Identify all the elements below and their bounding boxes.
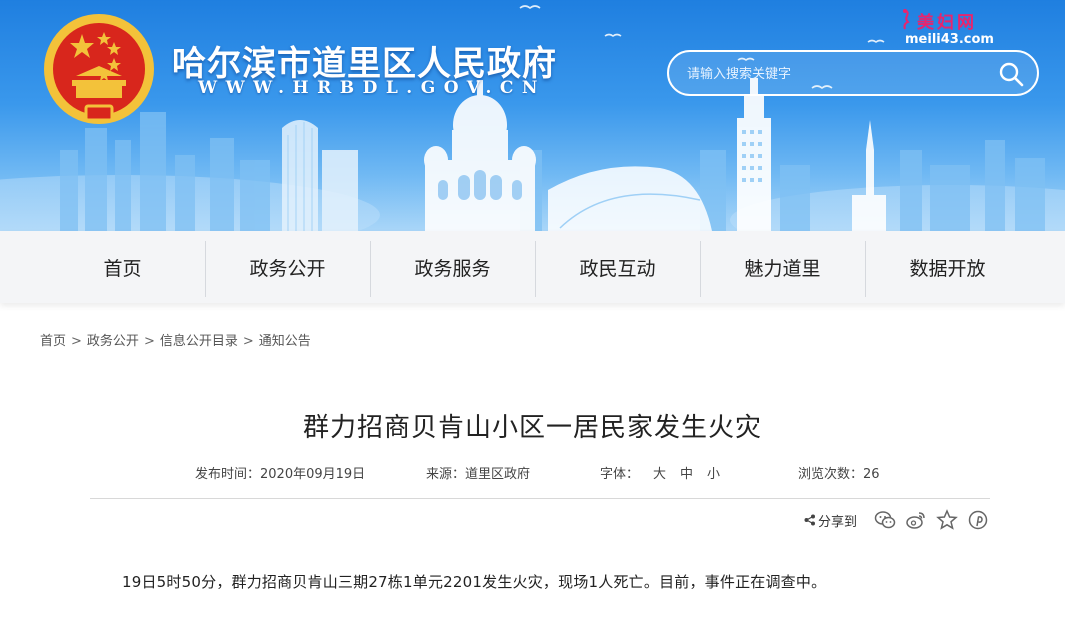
site-url: WWW.HRBDL.GOV.CN [198, 78, 546, 98]
view-count: 浏览次数：26 [798, 463, 880, 482]
breadcrumb: 首页 > 政务公开 > 信息公开目录 > 通知公告 [40, 330, 311, 349]
article-body: 19日5时50分，群力招商贝肯山三期27栋1单元2201发生火灾，现场1人死亡。… [122, 573, 827, 591]
publish-date-label: 发布时间： [195, 467, 261, 482]
main-nav: 首页 政务公开 政务服务 政民互动 魅力道里 数据开放 [0, 231, 1065, 303]
watermark-url: meili43.com [905, 32, 994, 47]
share-label-group: 分享到 [804, 511, 857, 530]
weibo-icon[interactable] [905, 509, 927, 531]
article-source: 来源：道里区政府 [426, 463, 530, 482]
view-count-value: 26 [863, 467, 880, 482]
star-icon[interactable] [936, 509, 958, 531]
view-count-label: 浏览次数： [798, 467, 864, 482]
site-header-banner: 哈尔滨市道里区人民政府 WWW.HRBDL.GOV.CN 美妇网 meili43… [0, 0, 1065, 231]
font-size-large[interactable]: 大 [653, 467, 666, 482]
breadcrumb-notices[interactable]: 通知公告 [259, 334, 311, 349]
search-icon[interactable] [997, 60, 1025, 88]
font-size-small[interactable]: 小 [707, 467, 720, 482]
publish-date: 发布时间：2020年09月19日 [195, 463, 365, 482]
breadcrumb-home[interactable]: 首页 [40, 334, 66, 349]
article-title: 群力招商贝肯山小区一居民家发生火灾 [302, 413, 762, 443]
watermark: 美妇网 meili43.com [895, 6, 1045, 52]
pinterest-icon[interactable] [967, 509, 989, 531]
nav-item-charm-daoli[interactable]: 魅力道里 [700, 241, 865, 297]
font-size-label: 字体： [600, 467, 640, 482]
search-box [667, 50, 1039, 96]
nav-item-open-data[interactable]: 数据开放 [865, 241, 1030, 297]
watermark-figure-icon [903, 9, 910, 30]
wechat-icon[interactable] [874, 509, 896, 531]
share-label: 分享到 [818, 514, 858, 530]
share-icon [804, 514, 815, 526]
breadcrumb-info-catalog[interactable]: 信息公开目录 [160, 334, 238, 349]
watermark-title: 美妇网 [917, 13, 977, 33]
nav-item-home[interactable]: 首页 [40, 241, 205, 297]
search-input[interactable] [687, 62, 987, 86]
national-emblem-icon [44, 14, 154, 124]
nav-item-government-services[interactable]: 政务服务 [370, 241, 535, 297]
breadcrumb-separator: > [242, 334, 254, 349]
publish-date-value: 2020年09月19日 [260, 467, 366, 482]
breadcrumb-separator: > [71, 334, 82, 349]
breadcrumb-government-affairs[interactable]: 政务公开 [87, 334, 139, 349]
article-divider [90, 498, 990, 499]
source-value: 道里区政府 [465, 467, 531, 482]
font-size-switcher: 字体： 大中小 [600, 463, 720, 482]
nav-item-government-affairs[interactable]: 政务公开 [205, 241, 370, 297]
nav-item-public-interaction[interactable]: 政民互动 [535, 241, 700, 297]
share-bar: 分享到 [804, 509, 989, 531]
breadcrumb-separator: > [143, 334, 155, 349]
source-label: 来源： [426, 467, 466, 482]
font-size-medium[interactable]: 中 [680, 467, 693, 482]
